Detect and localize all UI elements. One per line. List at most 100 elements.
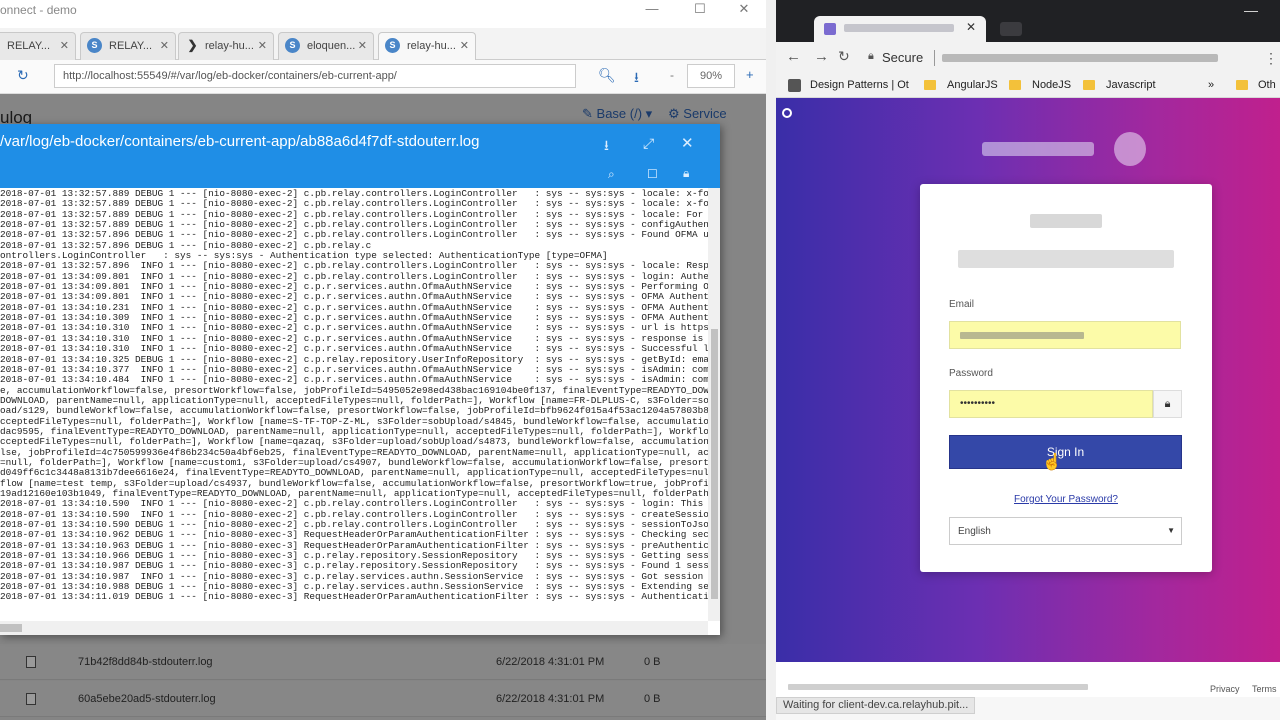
bookmarks-overflow-button[interactable]: » <box>1208 79 1214 91</box>
tab-close-icon[interactable]: ✕ <box>358 39 367 52</box>
bookmark-design-patterns[interactable]: Design Patterns | Ot <box>810 79 909 91</box>
zoom-out-button[interactable]: - <box>670 68 674 82</box>
minimize-button[interactable]: — <box>632 0 672 18</box>
zoom-level: 90% <box>687 64 735 88</box>
close-window-button[interactable]: ✕ <box>724 0 764 18</box>
download-icon[interactable]: ⭳ <box>634 67 639 91</box>
address-bar-redacted[interactable] <box>942 54 1218 62</box>
log-line: 2018-07-01 13:32:57.889 DEBUG 1 --- [nio… <box>0 220 708 231</box>
horizontal-scrollbar[interactable] <box>0 621 708 635</box>
back-icon[interactable]: ← <box>786 48 801 65</box>
folder-icon <box>924 80 936 90</box>
bookmark-other[interactable]: Oth <box>1258 79 1276 91</box>
log-line: 2018-07-01 13:34:10.987 INFO 1 --- [nio-… <box>0 571 704 582</box>
log-browser-window: onnect - demo — ☐ ✕ RELAY... ✕ S RELAY..… <box>0 0 766 720</box>
footer-copyright-redacted <box>788 684 1088 690</box>
log-line: 2018-07-01 13:34:11.019 DEBUG 1 --- [nio… <box>0 592 708 603</box>
log-line: dac9595, finalEventType=READYTO_DOWNLOAD… <box>0 426 708 437</box>
file-icon <box>26 693 36 705</box>
log-viewer-modal: /var/log/eb-docker/containers/eb-current… <box>0 124 720 635</box>
menu-icon[interactable]: ⋮ <box>1264 50 1278 67</box>
service-link[interactable]: ⚙ Service <box>668 106 727 122</box>
service-link-label: Service <box>683 106 727 121</box>
log-line: 2018-07-01 13:34:10.310 INFO 1 --- [nio-… <box>0 344 708 355</box>
log-line: 19ad12160e103b1049, finalEventType=READY… <box>0 488 708 499</box>
tab-relay-hub-active[interactable]: S relay-hu... ✕ <box>378 32 476 60</box>
log-line: 2018-07-01 13:32:57.889 DEBUG 1 --- [nio… <box>0 189 708 199</box>
file-size: 0 B <box>644 656 661 668</box>
file-name[interactable]: 60a5ebe20ad5-stdouterr.log <box>78 693 216 705</box>
site-favicon-icon: S <box>385 38 400 53</box>
tab-close-icon[interactable]: ✕ <box>60 39 69 52</box>
vertical-scroll-thumb[interactable] <box>711 329 718 599</box>
base-dropdown[interactable]: ✎ Base (/) ▾ <box>582 106 652 122</box>
tab-eloquent[interactable]: S eloquen... ✕ <box>278 32 374 60</box>
log-line: oad/s129, bundleWorkflow=false, accumula… <box>0 406 708 417</box>
chrome-toolbar: ← → ↻ 🔒︎ Secure ⋮ <box>776 42 1280 74</box>
file-row[interactable]: 71b42f8dd84b-stdouterr.log 6/22/2018 4:3… <box>0 644 766 680</box>
log-line: =null, folderPath=], Workflow [name=cust… <box>0 457 708 468</box>
close-icon[interactable]: ✕ <box>681 134 694 152</box>
search-icon[interactable]: 🔍︎ <box>598 67 616 84</box>
edit-icon: ✎ <box>582 106 593 121</box>
log-line: 2018-07-01 13:34:10.590 DEBUG 1 --- [nio… <box>0 520 708 530</box>
search-icon[interactable]: ⌕ <box>608 167 615 182</box>
log-line: 2018-07-01 13:34:10.325 DEBUG 1 --- [nio… <box>0 354 708 365</box>
log-line: e, accumulationWorkflow=false, presortWo… <box>0 385 708 396</box>
file-date: 6/22/2018 4:31:01 PM <box>496 656 605 668</box>
log-line: 2018-07-01 13:34:10.310 INFO 1 --- [nio-… <box>0 323 708 334</box>
log-line: 2018-07-01 13:34:10.377 INFO 1 --- [nio-… <box>0 364 708 375</box>
refresh-icon[interactable]: ↻ <box>838 48 850 65</box>
address-bar[interactable]: http://localhost:55549/#/var/log/eb-dock… <box>54 64 576 88</box>
password-field[interactable]: •••••••••• <box>949 390 1153 418</box>
maximize-button[interactable]: ☐ <box>680 0 720 18</box>
password-label: Password <box>949 368 993 379</box>
log-line: 2018-07-01 13:32:57.896 DEBUG 1 --- [nio… <box>0 230 708 241</box>
tab-close-icon[interactable]: ✕ <box>966 20 976 34</box>
file-name[interactable]: 71b42f8dd84b-stdouterr.log <box>78 656 213 668</box>
bookmark-nodejs[interactable]: NodeJS <box>1032 79 1071 91</box>
log-content[interactable]: 2018-07-01 13:32:57.889 DEBUG 1 --- [nio… <box>0 188 708 621</box>
bookmark-icon[interactable]: ☐ <box>647 167 658 181</box>
loading-status: Waiting for client-dev.ca.relayhub.pit..… <box>776 697 976 714</box>
file-row[interactable]: 60a5ebe20ad5-stdouterr.log 6/22/2018 4:3… <box>0 681 766 717</box>
tab-relay-login[interactable]: ✕ <box>814 16 986 42</box>
bookmark-javascript[interactable]: Javascript <box>1106 79 1156 91</box>
log-line: 2018-07-01 13:34:10.590 INFO 1 --- [nio-… <box>0 499 704 510</box>
bookmark-angularjs[interactable]: AngularJS <box>947 79 998 91</box>
terms-link[interactable]: Terms <box>1252 684 1277 694</box>
tab-close-icon[interactable]: ✕ <box>258 39 267 52</box>
log-line: 2018-07-01 13:32:57.896 DEBUG 1 --- [nio… <box>0 240 372 251</box>
secure-label[interactable]: Secure <box>882 50 923 65</box>
minimize-button[interactable]: — <box>1244 2 1258 18</box>
tab-relay-1[interactable]: RELAY... ✕ <box>0 32 76 60</box>
tab-close-icon[interactable]: ✕ <box>460 39 469 52</box>
lock-icon[interactable]: 🔒︎ <box>683 166 689 181</box>
log-line: 2018-07-01 13:34:10.310 INFO 1 --- [nio-… <box>0 333 704 344</box>
hand-cursor-icon: ☝ <box>1042 454 1062 471</box>
tab-label: relay-hu... <box>407 40 456 52</box>
refresh-icon[interactable]: ↻ <box>17 67 29 84</box>
privacy-link[interactable]: Privacy <box>1210 684 1240 694</box>
login-page: Email Password •••••••••• 🔒︎ Sign In For… <box>776 98 1280 698</box>
folder-icon <box>1009 80 1021 90</box>
download-icon[interactable]: ⭳ <box>604 135 609 159</box>
base-dropdown-label: Base (/) ▾ <box>596 106 653 121</box>
log-line: 2018-07-01 13:34:10.966 DEBUG 1 --- [nio… <box>0 551 708 562</box>
language-select[interactable]: English ▼ <box>949 517 1182 545</box>
password-lock-icon[interactable]: 🔒︎ <box>1153 390 1182 418</box>
forgot-password-link[interactable]: Forgot Your Password? <box>920 494 1212 505</box>
new-tab-button[interactable] <box>1000 22 1022 36</box>
sign-in-button[interactable]: Sign In <box>949 435 1182 469</box>
tab-relay-hub-terminal[interactable]: ❯ relay-hu... ✕ <box>178 32 274 60</box>
language-value: English <box>958 526 991 537</box>
horizontal-scroll-thumb[interactable] <box>0 624 22 632</box>
tab-relay-2[interactable]: S RELAY... ✕ <box>80 32 176 60</box>
site-favicon-icon: S <box>87 38 102 53</box>
forward-icon[interactable]: → <box>814 48 829 65</box>
expand-icon[interactable]: ⤢ <box>643 135 654 152</box>
tab-close-icon[interactable]: ✕ <box>160 39 169 52</box>
email-field[interactable] <box>949 321 1181 349</box>
zoom-in-button[interactable]: + <box>746 67 754 82</box>
window-divider <box>766 0 776 720</box>
